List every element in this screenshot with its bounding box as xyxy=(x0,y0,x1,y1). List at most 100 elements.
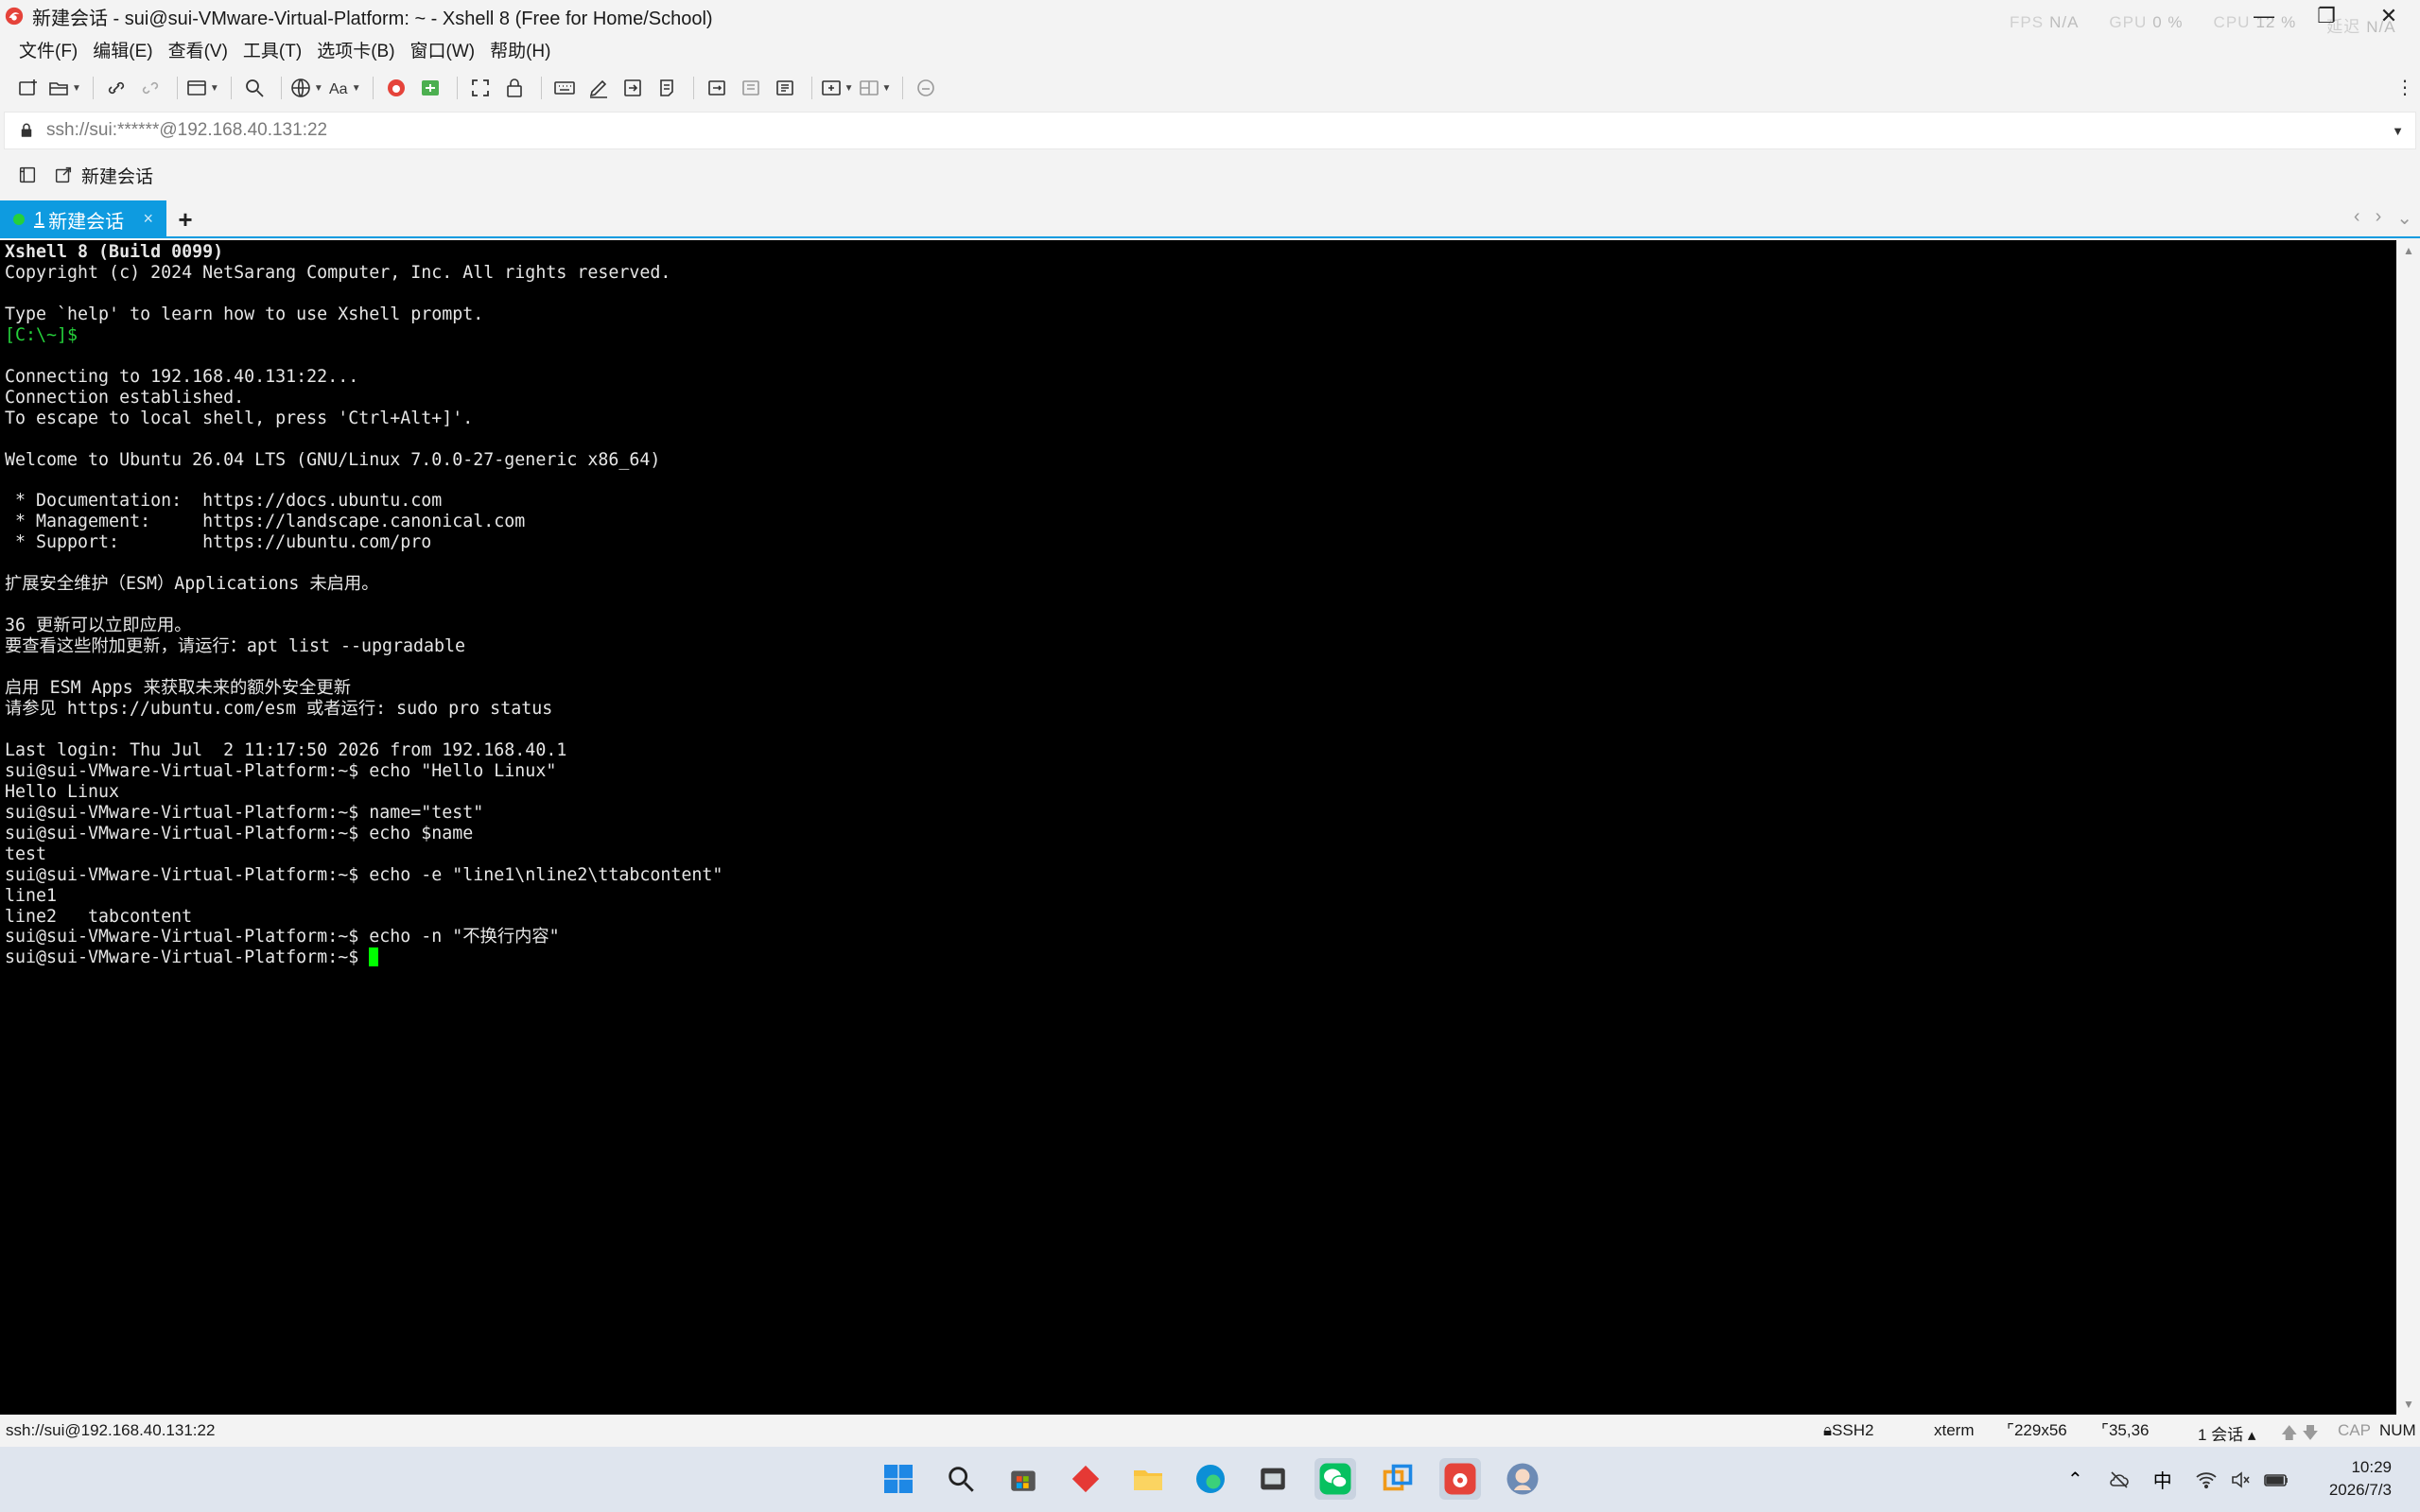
cloud-offline-icon[interactable] xyxy=(2108,1469,2131,1491)
terminal-line: Welcome to Ubuntu 26.04 LTS (GNU/Linux 7… xyxy=(5,450,2392,471)
taskbar-avatar-app[interactable] xyxy=(1502,1458,1543,1500)
taskbar-wechat[interactable] xyxy=(1314,1458,1356,1500)
session-bar: 新建会话 xyxy=(0,157,153,193)
tab-list-icon[interactable]: ⌄ xyxy=(2396,206,2412,230)
notes-button[interactable] xyxy=(770,72,800,104)
taskbar-store[interactable] xyxy=(1002,1458,1044,1500)
add-window-icon xyxy=(821,80,841,96)
terminal-line: Connection established. xyxy=(5,388,2392,408)
terminal-text: Xshell 8 (Build 0099) xyxy=(5,242,224,262)
taskbar-terminal-app[interactable] xyxy=(1252,1458,1294,1500)
session-manager-icon[interactable] xyxy=(17,165,38,185)
tab-session-1[interactable]: 1 新建会话 × xyxy=(0,200,166,238)
status-size: ⌜229x56 xyxy=(2007,1421,2067,1439)
tunnel-button[interactable] xyxy=(702,72,732,104)
open-session-button[interactable]: ▼ xyxy=(47,72,81,104)
wechat-icon xyxy=(1319,1463,1351,1495)
fullscreen-button[interactable] xyxy=(465,72,496,104)
properties-button[interactable]: ▼ xyxy=(185,72,219,104)
add-tab-button[interactable]: + xyxy=(166,200,204,238)
tab-close-icon[interactable]: × xyxy=(143,209,153,229)
terminal-scrollbar[interactable]: ▲ ▼ xyxy=(2397,240,2420,1415)
tray-overflow-icon[interactable]: ⌃ xyxy=(2067,1468,2083,1491)
status-sessions[interactable]: 1 会话 ▴ xyxy=(2198,1421,2255,1445)
battery-icon[interactable] xyxy=(2263,1469,2289,1491)
layout-button[interactable]: ▼ xyxy=(858,72,891,104)
volume-muted-icon[interactable] xyxy=(2229,1469,2252,1491)
disconnect-button[interactable] xyxy=(135,72,165,104)
xftp-button[interactable] xyxy=(415,72,445,104)
find-button[interactable] xyxy=(239,72,270,104)
reconnect-button[interactable] xyxy=(101,72,131,104)
clock-time: 10:29 xyxy=(2351,1458,2392,1476)
avatar-icon xyxy=(1506,1463,1539,1495)
transfer-button[interactable] xyxy=(618,72,648,104)
status-num: NUM xyxy=(2379,1421,2416,1439)
log-button[interactable] xyxy=(736,72,766,104)
menu-bar: 文件(F) 编辑(E) 查看(V) 工具(T) 选项卡(B) 窗口(W) 帮助(… xyxy=(0,34,559,64)
title-bar[interactable]: 新建会话 - sui@sui-VMware-Virtual-Platform: … xyxy=(0,0,2420,36)
terminal-line: To escape to local shell, press 'Ctrl+Al… xyxy=(5,408,2392,429)
new-session-button[interactable] xyxy=(13,72,44,104)
restore-button[interactable]: ❐ xyxy=(2295,0,2358,32)
address-bar[interactable]: ssh://sui:******@192.168.40.131:22 ▼ xyxy=(4,112,2416,149)
terminal-text: 扩展安全维护（ESM）Applications 未启用。 xyxy=(5,574,379,595)
lock-button[interactable] xyxy=(499,72,530,104)
encoding-button[interactable]: ▼ xyxy=(289,72,323,104)
address-dropdown-icon[interactable]: ▼ xyxy=(2392,124,2404,138)
address-input[interactable]: ssh://sui:******@192.168.40.131:22 xyxy=(46,120,327,141)
wifi-icon[interactable] xyxy=(2195,1469,2218,1491)
edge-icon xyxy=(1196,1465,1225,1493)
toolbar-more-icon[interactable]: ⋮ xyxy=(2395,76,2414,99)
terminal-text: To escape to local shell, press 'Ctrl+Al… xyxy=(5,408,474,428)
terminal-text: sui@sui-VMware-Virtual-Platform:~$ name=… xyxy=(5,802,484,823)
terminal-line: sui@sui-VMware-Virtual-Platform:~$ echo … xyxy=(5,927,2392,947)
toolbar-separator xyxy=(230,77,232,99)
terminal-output[interactable]: Xshell 8 (Build 0099) Copyright (c) 2024 … xyxy=(0,240,2396,1415)
taskbar-xshell[interactable] xyxy=(1439,1458,1481,1500)
ime-indicator[interactable]: 中 xyxy=(2153,1466,2172,1493)
taskbar-vmware[interactable] xyxy=(1377,1458,1419,1500)
taskbar-edge[interactable] xyxy=(1190,1458,1231,1500)
terminal-text: sui@sui-VMware-Virtual-Platform:~$ echo … xyxy=(5,760,557,781)
menu-tabs[interactable]: 选项卡(B) xyxy=(309,35,402,64)
notes-icon xyxy=(775,80,793,96)
terminal-line: sui@sui-VMware-Virtual-Platform:~$ echo … xyxy=(5,761,2392,782)
menu-help[interactable]: 帮助(H) xyxy=(482,35,558,64)
terminal-line: line2 tabcontent xyxy=(5,907,2392,928)
scroll-up-icon[interactable]: ▲ xyxy=(2403,244,2414,257)
diamond-app-icon xyxy=(1071,1465,1100,1493)
minimize-button[interactable]: — xyxy=(2233,0,2295,32)
scroll-down-icon[interactable]: ▼ xyxy=(2403,1398,2414,1411)
new-session-link[interactable]: 新建会话 xyxy=(81,163,153,188)
menu-edit[interactable]: 编辑(E) xyxy=(85,35,160,64)
taskbar-app-red[interactable] xyxy=(1065,1458,1106,1500)
taskbar-file-explorer[interactable] xyxy=(1127,1458,1169,1500)
tab-next-icon[interactable]: › xyxy=(2376,206,2382,230)
keyboard-button[interactable] xyxy=(549,72,580,104)
close-button[interactable]: ✕ xyxy=(2358,0,2420,32)
connection-status-icon xyxy=(13,214,25,225)
chat-button[interactable] xyxy=(911,72,941,104)
menu-window[interactable]: 窗口(W) xyxy=(403,35,483,64)
menu-file[interactable]: 文件(F) xyxy=(11,35,85,64)
open-link-icon[interactable] xyxy=(53,165,74,185)
script-button[interactable] xyxy=(652,72,682,104)
menu-tools[interactable]: 工具(T) xyxy=(235,35,309,64)
taskbar-clock[interactable]: 10:29 2026/7/3 xyxy=(2329,1456,2392,1502)
menu-view[interactable]: 查看(V) xyxy=(161,35,235,64)
font-button[interactable]: Aa ▼ xyxy=(327,72,361,104)
compose-button[interactable] xyxy=(583,72,614,104)
new-tab-button[interactable]: ▼ xyxy=(820,72,854,104)
tab-number: 1 xyxy=(34,208,45,230)
terminal-line: 启用 ESM Apps 来获取未来的额外安全更新 xyxy=(5,678,2392,699)
folder-open-icon xyxy=(49,82,68,96)
globe-icon xyxy=(291,78,310,97)
folder-icon xyxy=(1134,1470,1162,1490)
xshell-button[interactable] xyxy=(381,72,411,104)
taskbar-search-button[interactable] xyxy=(940,1458,982,1500)
start-button[interactable] xyxy=(878,1458,919,1500)
tab-prev-icon[interactable]: ‹ xyxy=(2354,206,2360,230)
terminal-text: 要查看这些附加更新，请运行：apt list --upgradable xyxy=(5,636,466,657)
system-tray: ⌃ 中 xyxy=(2067,1447,2289,1512)
